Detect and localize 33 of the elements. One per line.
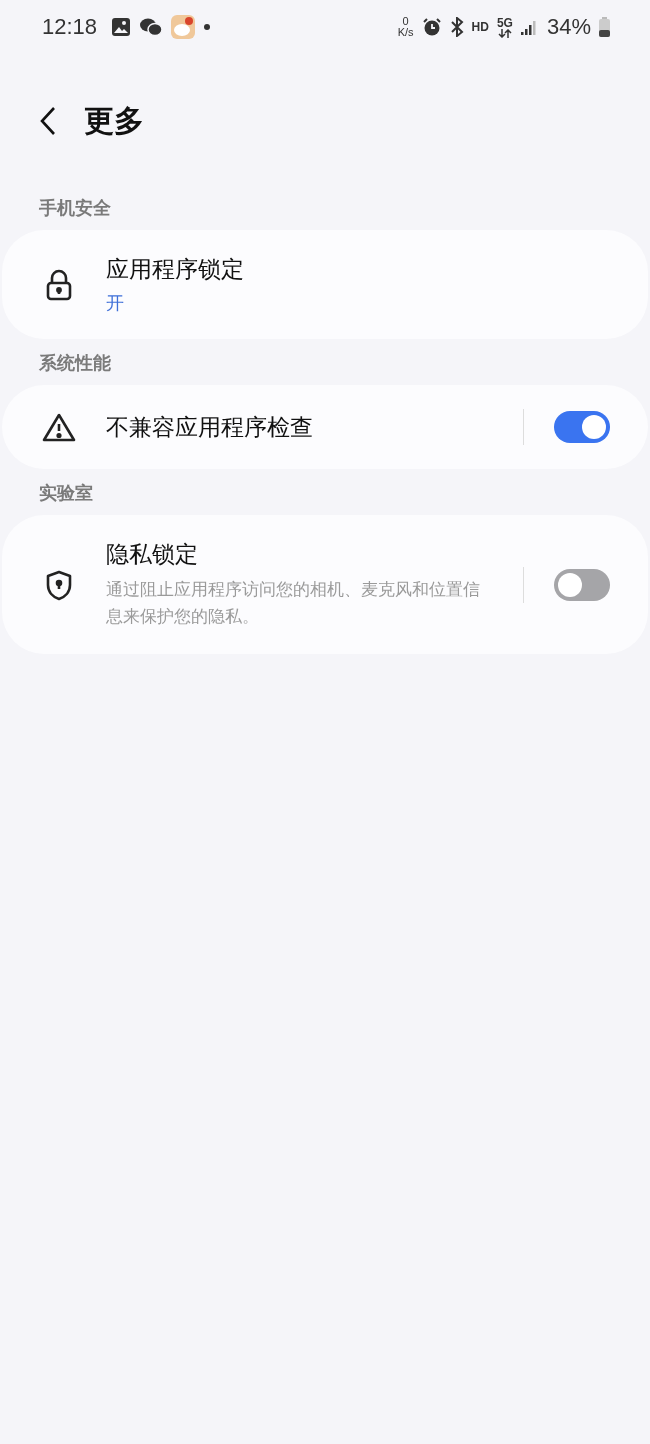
item-title: 隐私锁定 — [106, 540, 199, 569]
net-speed-value: 0 — [402, 16, 409, 27]
item-title: 不兼容应用程序检查 — [106, 412, 314, 442]
battery-percent: 34% — [546, 14, 591, 40]
section-title: 实验室 — [38, 481, 94, 505]
settings-card[interactable]: 应用程序锁定 开 — [2, 230, 648, 339]
section-title: 手机安全 — [38, 196, 112, 220]
chat-icon — [139, 17, 164, 37]
net-speed-unit: K/s — [397, 27, 414, 38]
bluetooth-icon — [449, 17, 464, 37]
network-label: HD — [471, 20, 489, 34]
battery-icon — [599, 17, 610, 37]
item-description: 通过阻止应用程序访问您的相机、麦克风和位置信息来保护您的隐私。 — [106, 578, 481, 629]
settings-card[interactable]: 不兼容应用程序检查 — [2, 385, 648, 469]
page-title: 更多 — [84, 101, 144, 140]
signal-icon — [520, 19, 539, 35]
app-icon — [171, 15, 196, 39]
lock-icon — [45, 268, 73, 301]
data-arrows-icon — [497, 28, 512, 38]
settings-card[interactable]: 隐私锁定 通过阻止应用程序访问您的相机、麦克风和位置信息来保护您的隐私。 — [2, 515, 648, 655]
network-type: 5G — [496, 16, 513, 29]
gallery-icon — [111, 17, 132, 37]
back-button[interactable] — [38, 106, 58, 136]
item-status: 开 — [106, 291, 125, 315]
toggle-switch[interactable] — [554, 568, 610, 601]
shield-icon — [45, 568, 73, 601]
alarm-icon — [421, 17, 442, 37]
item-title: 应用程序锁定 — [106, 255, 245, 284]
clock: 12:18 — [42, 14, 98, 40]
toggle-switch[interactable] — [554, 411, 610, 443]
section-title: 系统性能 — [38, 351, 112, 375]
warning-icon — [42, 412, 76, 442]
dot-icon — [203, 23, 212, 31]
